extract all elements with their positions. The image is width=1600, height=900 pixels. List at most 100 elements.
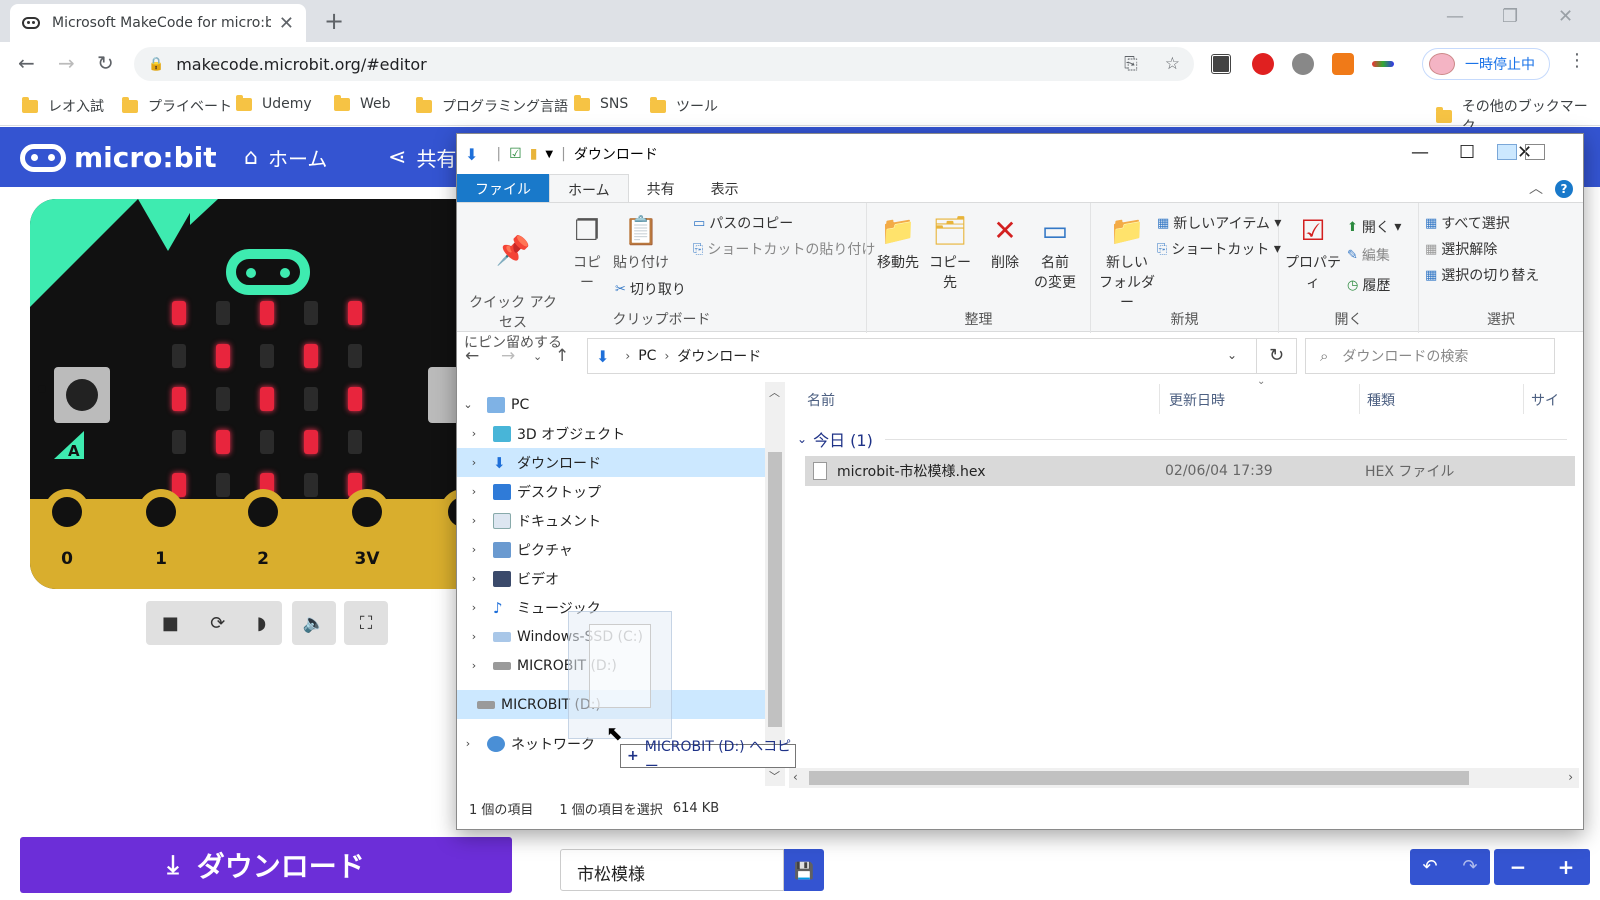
scroll-thumb[interactable] [809,771,1469,785]
refresh-button[interactable]: ↻ [1257,338,1297,374]
nav-home[interactable]: ⌂ ホーム [244,143,327,172]
tab-home[interactable]: ホーム [549,174,629,202]
forward-icon[interactable]: → [58,51,75,75]
led[interactable] [348,344,362,368]
led[interactable] [260,387,274,411]
ex-forward-icon[interactable]: → [501,346,515,366]
bookmark-item[interactable]: プライベート [122,96,232,116]
stop-icon[interactable]: ■ [162,613,179,634]
tree-item-videos[interactable]: › ビデオ [457,564,767,593]
column-date[interactable]: 更新日時 [1169,390,1225,410]
column-divider[interactable] [1159,384,1160,414]
chevron-right-icon[interactable]: › [467,543,481,556]
led[interactable] [348,387,362,411]
new-item-button[interactable]: ▦ 新しいアイテム ▾ [1157,213,1281,233]
chevron-right-icon[interactable]: › [467,601,481,614]
led[interactable] [348,301,362,325]
led[interactable] [216,473,230,497]
reload-icon[interactable]: ↻ [97,51,114,75]
paste-shortcut-button[interactable]: ⎘ ショートカットの貼り付け [693,239,875,259]
scroll-right-icon[interactable]: › [1568,770,1573,784]
open-button[interactable]: ⬆ 開く ▾ [1347,217,1401,237]
paste-button[interactable]: 📋 貼り付け [613,213,669,273]
translate-icon[interactable]: ⎘ [1124,54,1138,74]
tree-item-downloads[interactable]: › ⬇ ダウンロード [457,448,767,477]
led[interactable] [304,301,318,325]
copy-path-button[interactable]: ▭ パスのコピー [693,213,793,233]
edit-button[interactable]: ✎ 編集 [1347,245,1390,265]
chevron-right-icon[interactable]: › [467,630,481,643]
new-folder-button[interactable]: 📁 新しい フォルダー [1097,213,1157,313]
browser-tab[interactable]: Microsoft MakeCode for micro:bi ✕ [10,4,306,42]
move-to-button[interactable]: 📁 移動先 [875,213,921,273]
column-size[interactable]: サイ [1531,390,1559,410]
download-button[interactable]: ⤓ ダウンロード [20,837,512,893]
breadcrumb-pc[interactable]: PC [638,348,656,364]
tree-item-desktop[interactable]: › デスクトップ [457,477,767,506]
back-icon[interactable]: ← [18,51,35,75]
bookmark-item[interactable]: Web [334,94,391,112]
bookmark-item[interactable]: SNS [574,94,628,112]
restart-icon[interactable]: ⟳ [210,613,225,634]
copy-button[interactable]: ❐ コピー [567,213,607,293]
undo-icon[interactable]: ↶ [1410,849,1450,885]
breadcrumb-downloads[interactable]: ダウンロード [677,346,761,366]
led[interactable] [304,387,318,411]
path-bar[interactable]: ⬇ › PC › ダウンロード [587,338,1257,374]
delete-button[interactable]: ✕ 削除 [985,213,1025,273]
profile-button[interactable]: 一時停止中 [1422,48,1550,80]
select-none-button[interactable]: ▦ 選択解除 [1425,239,1497,259]
ex-minimize-icon[interactable]: — [1411,142,1429,163]
led[interactable] [260,301,274,325]
led[interactable] [172,387,186,411]
qr-extension-icon[interactable] [1210,53,1232,75]
chevron-right-icon[interactable]: › [467,659,481,672]
nav-share[interactable]: ⋖ 共有 [388,143,456,172]
tab-file[interactable]: ファイル [457,174,549,202]
tree-item-documents[interactable]: › ドキュメント [457,506,767,535]
bookmark-item[interactable]: レオ入試 [22,96,104,116]
bookmark-star-icon[interactable]: ☆ [1165,54,1180,74]
led[interactable] [172,301,186,325]
content-h-scrollbar[interactable]: ‹ › [789,768,1579,788]
bookmark-item[interactable]: Udemy [236,94,312,112]
color-extension-icon[interactable] [1372,61,1394,67]
bookmark-item[interactable]: ツール [650,96,718,116]
copy-to-button[interactable]: 🗂 コピー先 [927,213,973,293]
details-view-icon[interactable] [1497,144,1517,160]
menu-kebab-icon[interactable]: ⋮ [1568,50,1586,71]
led[interactable] [216,387,230,411]
slowmo-icon[interactable]: ◗ [257,613,266,634]
recent-locations-icon[interactable]: ⌄ [533,350,542,363]
select-all-button[interactable]: ▦ すべて選択 [1425,213,1510,233]
fullscreen-button[interactable]: ⛶ [344,601,388,645]
scroll-thumb[interactable] [768,452,782,727]
led[interactable] [304,473,318,497]
redo-icon[interactable]: ↷ [1450,849,1490,885]
newfolder-quick-icon[interactable]: ▮ [530,146,538,162]
zoom-out-icon[interactable]: − [1494,849,1542,885]
bookmark-item[interactable]: プログラミング言語 [416,96,568,116]
address-bar[interactable]: 🔒 makecode.microbit.org/#editor ⎘ ☆ [134,47,1194,81]
chevron-right-icon[interactable]: › [461,737,475,750]
column-divider[interactable] [1523,384,1524,414]
led[interactable] [260,430,274,454]
microbit-logo[interactable]: micro:bit [20,141,217,174]
tree-item-pc[interactable]: ⌄ PC [457,390,767,419]
properties-button[interactable]: ☑ プロパティ [1283,213,1343,293]
easy-access-button[interactable]: ⎘ ショートカット ▾ [1157,239,1281,259]
cut-button[interactable]: ✂ 切り取り [615,279,686,299]
save-button[interactable]: 💾 [784,849,824,891]
led[interactable] [172,430,186,454]
quick-access-dropdown-icon[interactable]: ▼ [545,149,553,160]
chevron-right-icon[interactable]: › [467,572,481,585]
minimize-icon[interactable]: — [1446,6,1464,27]
led[interactable] [172,344,186,368]
microbit-simulator-board[interactable]: A 0 1 2 3V [30,199,460,589]
ex-up-icon[interactable]: ↑ [555,346,569,366]
ex-back-icon[interactable]: ← [465,346,479,366]
chevron-right-icon[interactable]: › [467,427,481,440]
tab-close-icon[interactable]: ✕ [279,13,294,34]
chevron-right-icon[interactable]: › [467,514,481,527]
path-dropdown-icon[interactable]: ⌄ [1227,348,1237,362]
